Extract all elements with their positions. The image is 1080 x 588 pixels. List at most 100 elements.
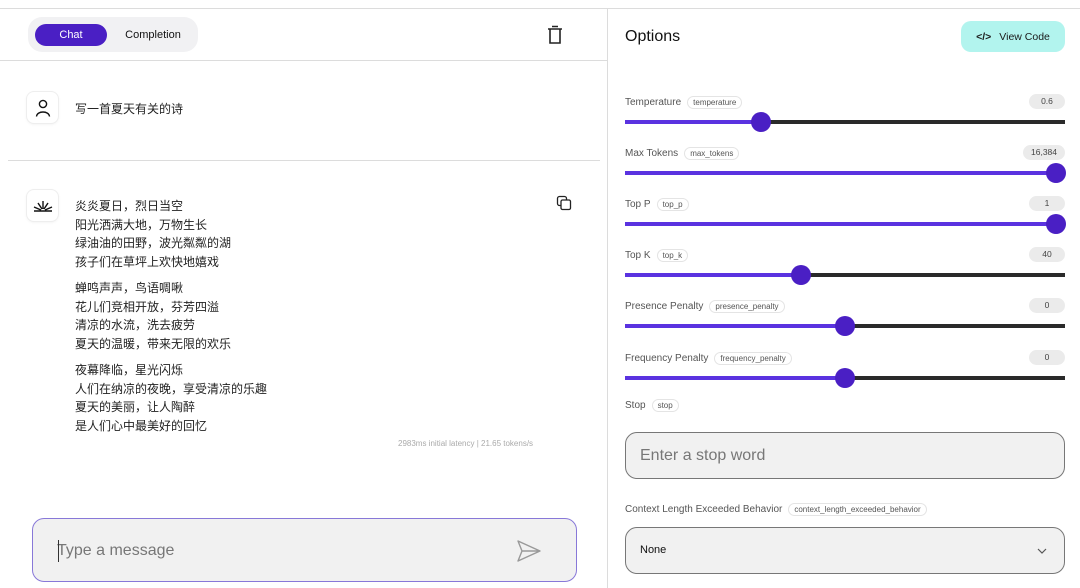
param-key-tag: presence_penalty [709,300,785,313]
slider-thumb[interactable] [835,368,855,388]
param-top-p: Top P top_p 1 [625,196,1067,248]
context-behavior-label-text: Context Length Exceeded Behavior [625,504,783,515]
poem-line: 阳光洒满大地，万物生长 [75,217,208,232]
poem-line: 夏天的温暖，带来无限的欢乐 [75,336,232,351]
slider-fill [625,376,845,380]
user-message: 写一首夏天有关的诗 [0,84,600,164]
poem-line: 蝉鸣声声，鸟语啁啾 [75,281,184,295]
mode-toggle: Chat Completion [28,17,198,52]
poem-line: 孩子们在草坪上欢快地嬉戏 [75,254,220,269]
poem-stanza: 蝉鸣声声，鸟语啁啾 花儿们竞相开放，芬芳四溢 清凉的水流，洗去疲劳 夏天的温暖，… [75,279,267,353]
assistant-message-text: 炎炎夏日，烈日当空 阳光洒满大地，万物生长 绿油油的田野，波光粼粼的湖 孩子们在… [75,197,267,443]
poem-stanza: 夜幕降临，星光闪烁 人们在纳凉的夜晚，享受清凉的乐趣 夏天的美丽，让人陶醉 是人… [75,361,267,435]
options-panel: Options </> View Code Temperature tempera… [609,9,1080,588]
chat-header: Chat Completion [0,9,608,61]
slider-fill [625,171,1057,175]
param-label-text: Top K [625,250,651,261]
param-max-tokens: Max Tokens max_tokens 16,384 [625,145,1067,197]
param-value[interactable]: 40 [1029,247,1065,262]
slider-fill [625,324,845,328]
user-icon [35,99,50,117]
param-label: Presence Penalty presence_penalty [625,300,785,313]
text-caret [58,540,59,562]
param-label: Top K top_k [625,249,689,262]
poem-line: 清凉的水流，洗去疲劳 [75,318,196,332]
param-label: Temperature temperature [625,96,743,109]
tab-completion[interactable]: Completion [114,24,192,46]
slider-track[interactable] [625,163,1067,183]
slider-fill [625,222,1057,226]
param-top-k: Top K top_k 40 [625,247,1065,299]
view-code-label: View Code [999,30,1050,43]
param-value[interactable]: 0 [1029,350,1065,365]
poem-line: 炎炎夏日，烈日当空 [75,199,184,213]
param-value[interactable]: 0 [1029,298,1065,313]
poem-stanza: 炎炎夏日，烈日当空 阳光洒满大地，万物生长 绿油油的田野，波光粼粼的湖 孩子们在… [75,197,267,271]
slider-track[interactable] [625,214,1067,234]
param-label-text: Frequency Penalty [625,353,709,364]
assistant-avatar [27,190,58,221]
message-divider [8,160,600,161]
model-logo-icon [33,200,52,212]
slider-track[interactable] [625,265,1065,285]
slider-thumb[interactable] [1046,214,1067,234]
param-value[interactable]: 1 [1029,196,1065,211]
copy-icon[interactable] [556,195,572,211]
param-key-tag: top_k [656,249,689,262]
poem-line: 绿油油的田野，波光粼粼的湖 [75,236,232,250]
param-label-text: Max Tokens [625,148,679,159]
stop-label-text: Stop [625,400,646,411]
send-icon[interactable] [516,539,542,563]
trash-icon[interactable] [546,25,564,45]
message-input-box [32,518,577,582]
param-label-text: Top P [625,199,651,210]
chevron-down-icon [1037,548,1047,554]
slider-thumb[interactable] [751,112,772,132]
poem-line: 夜幕降临，星光闪烁 [75,363,184,377]
chat-panel: Chat Completion 写一首夏天有关的诗 炎炎夏日，烈日当空 阳光洒满… [0,9,608,588]
param-label: Max Tokens max_tokens [625,147,740,160]
param-label-text: Temperature [625,97,682,108]
slider-thumb[interactable] [835,316,855,336]
poem-line: 人们在纳凉的夜晚，享受清凉的乐趣 [75,381,268,396]
param-value[interactable]: 0.6 [1029,94,1065,109]
param-key-tag: top_p [656,198,689,211]
tab-chat[interactable]: Chat [35,24,107,46]
app-root: Chat Completion 写一首夏天有关的诗 炎炎夏日，烈日当空 阳光洒满… [0,8,1080,588]
param-label: Frequency Penalty frequency_penalty [625,352,792,365]
latency-stats: 2983ms initial latency | 21.65 tokens/s [398,439,534,448]
view-code-button[interactable]: </> View Code [961,21,1065,52]
poem-line: 是人们心中最美好的回忆 [75,418,208,433]
poem-line: 花儿们竞相开放，芬芳四溢 [75,299,220,314]
slider-fill [625,120,762,124]
user-message-text: 写一首夏天有关的诗 [75,102,184,116]
slider-track[interactable] [625,112,1065,132]
context-behavior-selected: None [640,544,667,556]
slider-thumb[interactable] [791,265,811,285]
options-title: Options [625,28,681,45]
stop-input-box [625,432,1065,479]
param-label-text: Presence Penalty [625,301,704,312]
param-key-tag: frequency_penalty [714,352,792,365]
code-icon: </> [976,30,992,43]
stop-word-input[interactable] [640,445,1040,467]
param-key-tag: max_tokens [684,147,740,160]
user-avatar [27,92,58,123]
param-key-tag: temperature [687,96,743,109]
param-frequency-penalty: Frequency Penalty frequency_penalty 0 [625,350,1065,402]
slider-track[interactable] [625,316,1065,336]
param-presence-penalty: Presence Penalty presence_penalty 0 [625,298,1065,350]
slider-track[interactable] [625,368,1065,388]
message-input[interactable] [57,539,497,563]
param-value[interactable]: 16,384 [1023,145,1065,160]
assistant-message: 炎炎夏日，烈日当空 阳光洒满大地，万物生长 绿油油的田野，波光粼粼的湖 孩子们在… [0,181,600,461]
stop-key-tag: stop [651,399,679,412]
slider-fill [625,273,801,277]
param-temperature: Temperature temperature 0.6 [625,94,1065,146]
slider-thumb[interactable] [1046,163,1067,183]
poem-line: 夏天的美丽，让人陶醉 [75,400,196,414]
param-label: Top P top_p [625,198,689,211]
context-behavior-key-tag: context_length_exceeded_behavior [788,503,927,516]
context-behavior-select[interactable]: None [625,527,1065,574]
context-behavior-label: Context Length Exceeded Behavior context… [625,503,927,516]
